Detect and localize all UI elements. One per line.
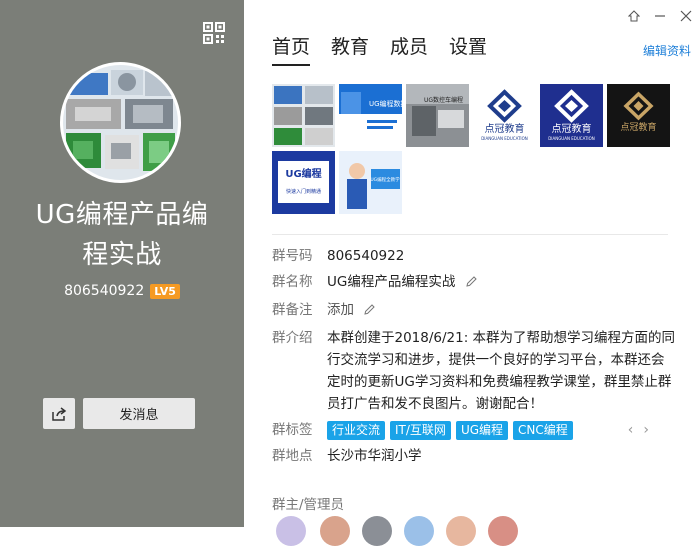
info-remark-add[interactable]: 添加 [327,302,354,318]
admin-avatar[interactable] [446,516,476,546]
album-photo-logo-white[interactable]: 点冠教育 DIANGUAN EDUCATION [473,84,536,147]
info-tags-label: 群标签 [272,422,313,438]
edit-remark-pencil-icon[interactable] [363,301,376,323]
info-row-name: 群名称 UG编程产品编程实战 [272,271,677,295]
tag-list: 行业交流 IT/互联网 UG编程 CNC编程 [327,419,573,441]
info-id-label: 群号码 [272,248,313,264]
album-sub-logo-white: DIANGUAN EDUCATION [481,136,528,141]
send-message-button[interactable]: 发消息 [83,398,195,429]
group-profile-sidebar: UG编程产品编 程实战 806540922 LV5 发消息 [0,0,244,527]
album-photo-ug-nc-ad[interactable]: UG编程数控 [339,84,402,147]
album-photo-logo-blue[interactable]: 点冠教育 DIANGUAN EDUCATION [540,84,603,147]
album-caption-ug-course: UG编程 [285,167,321,180]
album-photo-logo-black[interactable]: 点冠教育 [607,84,670,147]
admin-avatar[interactable] [276,516,306,546]
album-caption-teacher: UG编程全教学 [370,176,400,183]
tab-settings[interactable]: 设置 [449,32,487,66]
group-title: UG编程产品编 程实战 [10,195,234,275]
info-name-label: 群名称 [272,274,313,290]
info-location-label: 群地点 [272,448,313,464]
admins-section-title: 群主/管理员 [272,497,345,513]
info-row-remark: 群备注 添加 [272,299,677,323]
tag-item[interactable]: 行业交流 [327,420,386,440]
album-caption-logo-blue: 点冠教育 [552,122,592,135]
tag-item[interactable]: IT/互联网 [390,420,451,440]
info-row-intro: 群介绍 本群创建于2018/6/21: 本群为了帮助想学习编程方面的同行交流学习… [272,327,677,415]
album-sub-ug-course: 快速入门到精通 [286,188,321,195]
edit-profile-link[interactable]: 编辑资料 [643,42,691,59]
album-caption-lathe: UG数控车编程 [424,96,463,104]
minimize-icon[interactable] [654,10,666,25]
tab-education[interactable]: 教育 [331,32,369,66]
window-controls [627,10,692,25]
info-location-value: 长沙市华润小学 [327,448,422,464]
group-title-line-2: 程实战 [82,240,162,270]
admin-avatar[interactable] [320,516,350,546]
info-row-id: 群号码 806540922 [272,245,677,267]
admin-avatar[interactable] [404,516,434,546]
level-badge: LV5 [150,283,180,299]
album-caption-logo-black: 点冠教育 [620,121,656,133]
section-divider [272,234,668,235]
album-caption-ug-nc-ad: UG编程数控 [369,99,402,108]
tab-members[interactable]: 成员 [390,32,428,66]
admin-avatar[interactable] [362,516,392,546]
info-name-value: UG编程产品编程实战 [327,274,456,290]
profile-tabs: 首页 教育 成员 设置 [272,32,487,66]
album-photo-lathe[interactable]: UG数控车编程 [406,84,469,147]
album-photo-parts[interactable] [272,84,335,147]
info-row-location: 群地点 长沙市华润小学 [272,445,677,467]
share-icon [52,406,67,421]
tab-home[interactable]: 首页 [272,32,311,66]
group-id: 806540922 [64,283,145,299]
qr-code-icon[interactable] [203,22,225,44]
share-button[interactable] [43,398,75,429]
chevron-right-icon[interactable]: › [643,419,649,441]
info-id-value[interactable]: 806540922 [327,245,404,267]
album-photo-ug-course[interactable]: UG编程 快速入门到精通 [272,151,335,214]
info-intro-text: 本群创建于2018/6/21: 本群为了帮助想学习编程方面的同行交流学习和进步，… [327,330,676,412]
group-avatar[interactable] [60,62,181,183]
close-icon[interactable] [680,10,692,25]
group-id-row: 806540922 LV5 [0,283,244,299]
album-photo-teacher[interactable]: UG编程全教学 [339,151,402,214]
info-remark-label: 群备注 [272,302,313,318]
album-sub-logo-blue: DIANGUAN EDUCATION [548,136,595,141]
pin-icon[interactable] [627,10,641,25]
chevron-left-icon[interactable]: ‹ [628,419,634,441]
tag-item[interactable]: UG编程 [455,420,509,440]
edit-name-pencil-icon[interactable] [465,273,478,295]
tag-item[interactable]: CNC编程 [513,420,573,440]
admin-avatar[interactable] [488,516,518,546]
tag-pager: ‹ › [628,419,649,441]
group-title-line-1: UG编程产品编 [35,200,209,230]
info-intro-label: 群介绍 [272,330,313,346]
album-caption-logo-white: 点冠教育 [485,122,525,135]
info-row-tags: 群标签 行业交流 IT/互联网 UG编程 CNC编程 ‹ › [272,419,677,441]
group-info: 群号码 806540922 群名称 UG编程产品编程实战 群备注 添加 群介绍 … [272,245,677,471]
